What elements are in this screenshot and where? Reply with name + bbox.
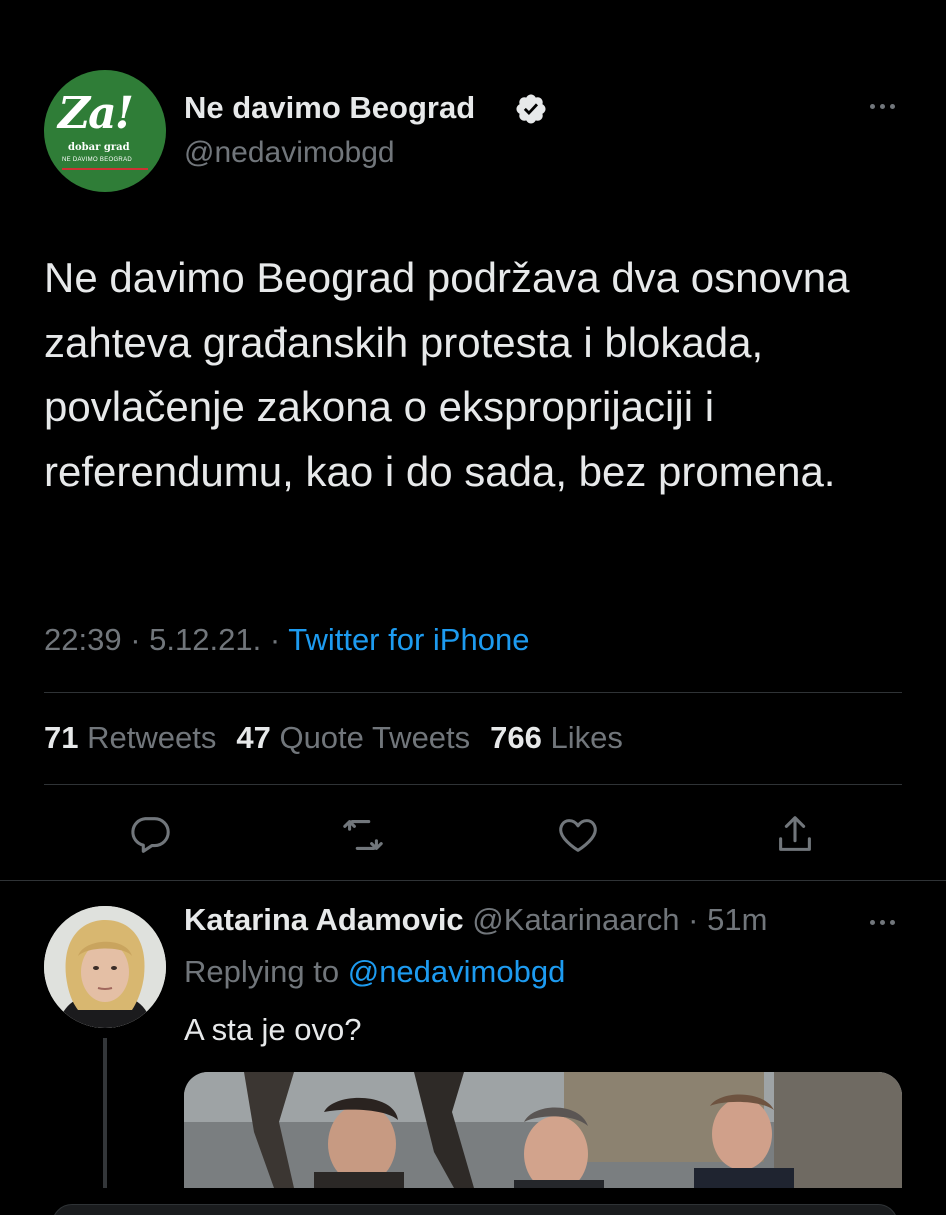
retweets-count: 71: [44, 720, 79, 755]
reply-icon[interactable]: [127, 812, 173, 858]
retweet-icon[interactable]: [340, 812, 386, 858]
likes-stat[interactable]: 766 Likes: [490, 720, 623, 756]
likes-label: Likes: [550, 720, 623, 755]
reply-author-avatar[interactable]: [44, 906, 166, 1028]
author-display-name[interactable]: Ne davimo Beograd: [184, 90, 475, 126]
author-handle[interactable]: @nedavimobgd: [184, 136, 395, 170]
reply-header: Katarina Adamovic @Katarinaarch · 51m: [184, 902, 767, 938]
reply-separator: ·: [688, 902, 699, 937]
tweet-actions: [0, 812, 946, 862]
logo-subtitle: dobar grad: [68, 142, 130, 153]
like-icon[interactable]: [555, 812, 601, 858]
tweet-stats: 71 Retweets 47 Quote Tweets 766 Likes: [44, 720, 623, 756]
author-avatar[interactable]: Za! dobar grad NE DAVIMO BEOGRAD: [44, 70, 166, 192]
verified-badge-icon: [516, 94, 546, 124]
quote-tweets-stat[interactable]: 47 Quote Tweets: [236, 720, 470, 756]
reply-more-icon[interactable]: [862, 912, 902, 932]
tweet-source-link[interactable]: Twitter for iPhone: [288, 622, 529, 657]
thread-line: [103, 1038, 107, 1188]
reply-author-name[interactable]: Katarina Adamovic: [184, 902, 464, 937]
reply-compose-bar[interactable]: [52, 1204, 898, 1215]
logo-underline: [62, 168, 148, 170]
divider: [44, 692, 902, 693]
share-icon[interactable]: [772, 812, 818, 858]
replying-to: Replying to @nedavimobgd: [184, 954, 565, 990]
replying-to-label: Replying to: [184, 954, 340, 989]
quotes-label: Quote Tweets: [279, 720, 471, 755]
retweets-label: Retweets: [87, 720, 217, 755]
retweets-stat[interactable]: 71 Retweets: [44, 720, 216, 756]
quotes-count: 47: [236, 720, 271, 755]
logo-subtitle-small: NE DAVIMO BEOGRAD: [62, 157, 132, 163]
meta-separator: ·: [269, 622, 281, 657]
reply-timestamp[interactable]: 51m: [707, 902, 767, 937]
tweet-detail-screen: Za! dobar grad NE DAVIMO BEOGRAD Ne davi…: [0, 0, 946, 1215]
section-divider: [0, 880, 946, 881]
reply-text: A sta je ovo?: [184, 1012, 362, 1047]
tweet-date: 5.12.21.: [149, 622, 262, 657]
likes-count: 766: [490, 720, 542, 755]
reply-author-handle[interactable]: @Katarinaarch: [472, 902, 679, 937]
meta-separator: ·: [130, 622, 141, 657]
tweet-time: 22:39: [44, 622, 122, 657]
tweet-meta: 22:39 · 5.12.21. · Twitter for iPhone: [44, 622, 529, 658]
more-icon[interactable]: [862, 96, 902, 116]
divider: [44, 784, 902, 785]
logo-text: Za!: [58, 88, 134, 139]
replying-to-mention[interactable]: @nedavimobgd: [348, 954, 566, 989]
tweet-text: Ne davimo Beograd podržava dva osnovna z…: [44, 254, 850, 495]
reply-media-image[interactable]: [184, 1072, 902, 1188]
